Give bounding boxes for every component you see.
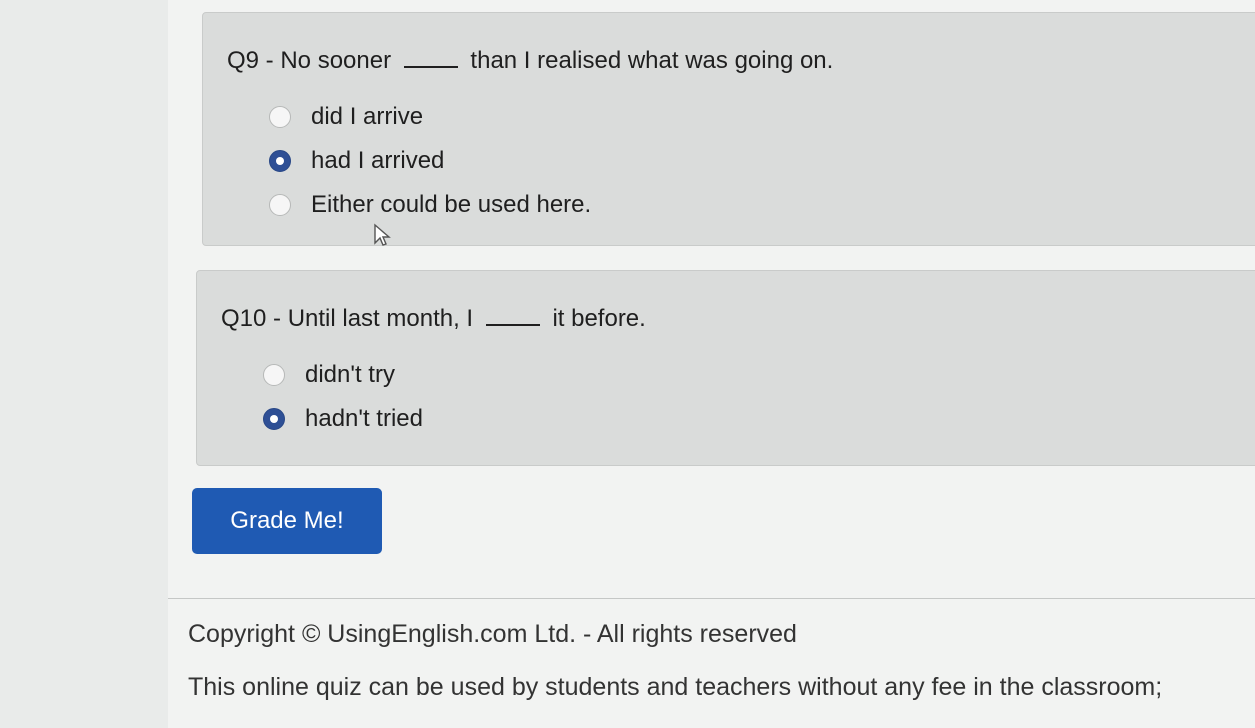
question-10-options: didn't try hadn't tried xyxy=(263,353,423,441)
question-9-prompt-prefix: Q9 - No sooner xyxy=(227,47,392,74)
question-9-option-3[interactable]: Either could be used here. xyxy=(269,183,591,227)
question-10-blank xyxy=(485,306,540,326)
mouse-pointer-icon xyxy=(374,223,391,246)
copyright-text: Copyright © UsingEnglish.com Ltd. - All … xyxy=(188,620,797,648)
question-10-option-2[interactable]: hadn't tried xyxy=(263,397,423,441)
footer-divider xyxy=(168,598,1255,599)
question-9-prompt: Q9 - No sooner than I realised what was … xyxy=(227,47,833,75)
question-10-card: Q10 - Until last month, I it before. did… xyxy=(196,270,1255,466)
quiz-page: Q9 - No sooner than I realised what was … xyxy=(168,0,1255,728)
question-9-option-1[interactable]: did I arrive xyxy=(269,95,591,139)
grade-me-button[interactable]: Grade Me! xyxy=(192,488,382,554)
question-9-blank xyxy=(403,48,458,68)
radio-unchecked-icon[interactable] xyxy=(263,364,285,386)
question-10-prompt: Q10 - Until last month, I it before. xyxy=(221,305,646,333)
usage-text: This online quiz can be used by students… xyxy=(188,673,1163,701)
question-9-option-1-label: did I arrive xyxy=(311,103,424,130)
question-9-option-2[interactable]: had I arrived xyxy=(269,139,591,183)
question-10-option-1[interactable]: didn't try xyxy=(263,353,423,397)
question-9-option-3-label: Either could be used here. xyxy=(311,191,592,218)
radio-unchecked-icon[interactable] xyxy=(269,106,291,128)
question-10-prompt-prefix: Q10 - Until last month, I xyxy=(221,305,474,332)
question-9-card: Q9 - No sooner than I realised what was … xyxy=(202,12,1255,246)
question-9-option-2-label: had I arrived xyxy=(311,147,445,174)
question-9-prompt-suffix: than I realised what was going on. xyxy=(470,47,834,74)
question-10-option-1-label: didn't try xyxy=(305,361,395,388)
question-9-options: did I arrive had I arrived Either could … xyxy=(269,95,591,227)
question-10-option-2-label: hadn't tried xyxy=(305,405,423,432)
radio-checked-icon[interactable] xyxy=(263,408,285,430)
radio-unchecked-icon[interactable] xyxy=(269,194,291,216)
question-10-prompt-suffix: it before. xyxy=(552,305,646,332)
radio-checked-icon[interactable] xyxy=(269,150,291,172)
